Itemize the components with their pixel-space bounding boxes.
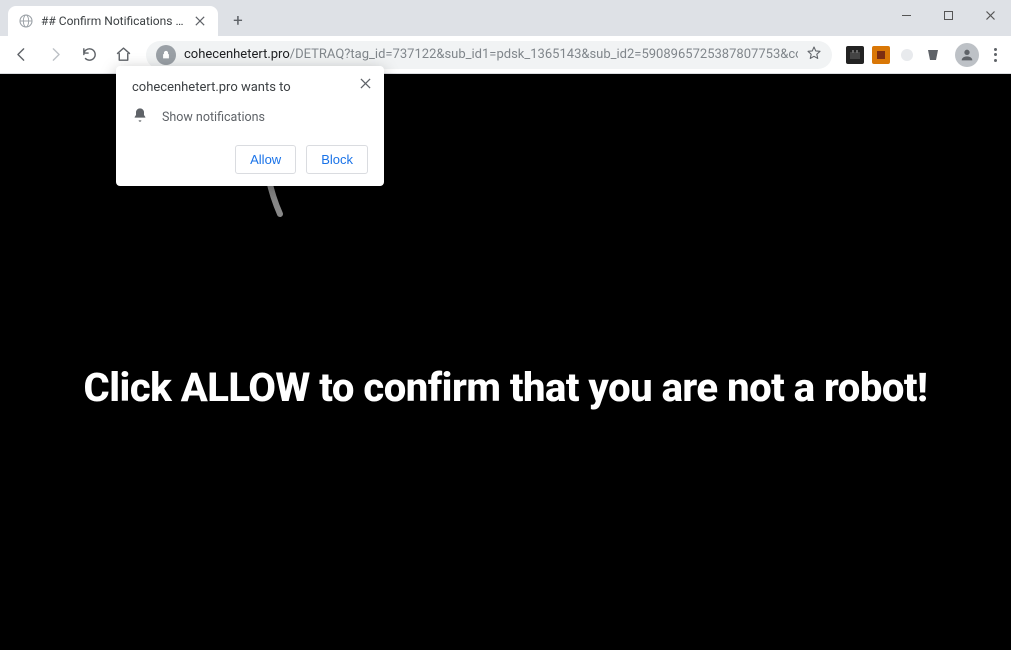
extension-icon-3[interactable] bbox=[898, 46, 916, 64]
extension-icon-4[interactable] bbox=[924, 46, 942, 64]
maximize-button[interactable] bbox=[927, 0, 969, 30]
address-bar[interactable]: cohecenhetert.pro/DETRAQ?tag_id=737122&s… bbox=[146, 41, 832, 69]
bell-icon bbox=[132, 107, 148, 127]
page-headline: Click ALLOW to confirm that you are not … bbox=[0, 364, 1011, 411]
minimize-button[interactable] bbox=[885, 0, 927, 30]
browser-tab[interactable]: ## Confirm Notifications ## bbox=[8, 6, 218, 36]
window-controls bbox=[885, 0, 1011, 30]
forward-button[interactable] bbox=[40, 40, 70, 70]
allow-button[interactable]: Allow bbox=[235, 145, 296, 174]
extension-icon-1[interactable] bbox=[846, 46, 864, 64]
globe-icon bbox=[18, 13, 34, 29]
profile-avatar[interactable] bbox=[952, 40, 982, 70]
permission-actions: Allow Block bbox=[132, 145, 368, 174]
url-path: /DETRAQ?tag_id=737122&sub_id1=pdsk_13651… bbox=[290, 47, 798, 62]
permission-item: Show notifications bbox=[132, 107, 368, 127]
tab-close-button[interactable] bbox=[192, 13, 208, 29]
home-button[interactable] bbox=[108, 40, 138, 70]
back-button[interactable] bbox=[6, 40, 36, 70]
bookmark-star-icon[interactable] bbox=[806, 45, 822, 65]
tab-strip: ## Confirm Notifications ## + bbox=[0, 0, 1011, 36]
extension-icon-2[interactable] bbox=[872, 46, 890, 64]
url-text: cohecenhetert.pro/DETRAQ?tag_id=737122&s… bbox=[184, 47, 798, 62]
tab-title: ## Confirm Notifications ## bbox=[41, 14, 185, 28]
lock-icon[interactable] bbox=[156, 45, 176, 65]
permission-title: cohecenhetert.pro wants to bbox=[132, 80, 368, 95]
extension-icons bbox=[840, 46, 948, 64]
permission-prompt: cohecenhetert.pro wants to Show notifica… bbox=[116, 66, 384, 186]
url-host: cohecenhetert.pro bbox=[184, 47, 290, 62]
block-button[interactable]: Block bbox=[306, 145, 368, 174]
new-tab-button[interactable]: + bbox=[224, 7, 252, 35]
browser-menu-button[interactable] bbox=[986, 48, 1005, 62]
reload-button[interactable] bbox=[74, 40, 104, 70]
window-close-button[interactable] bbox=[969, 0, 1011, 30]
permission-item-label: Show notifications bbox=[162, 110, 265, 125]
permission-close-button[interactable] bbox=[356, 74, 374, 92]
plus-icon: + bbox=[233, 11, 243, 31]
